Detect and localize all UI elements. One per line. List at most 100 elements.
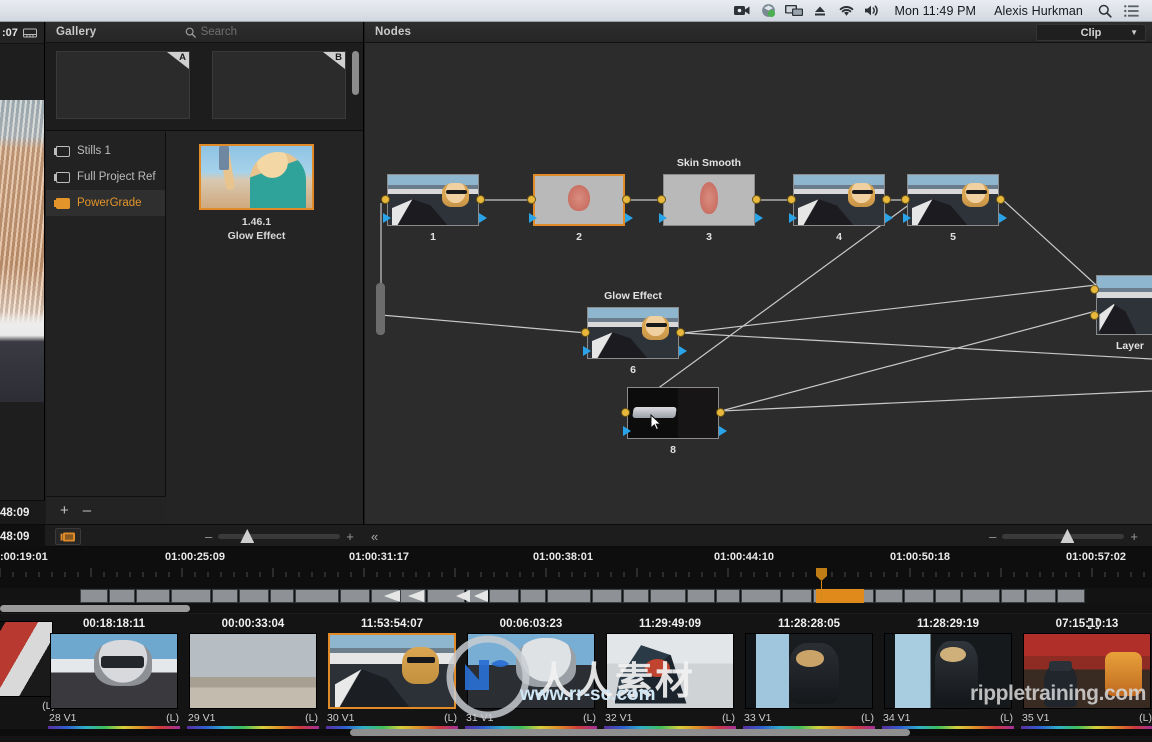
node-thumbnail[interactable] [627, 387, 719, 439]
clip-thumbnail[interactable] [189, 633, 317, 709]
timeline-clip-block[interactable] [875, 589, 903, 603]
remove-album-button[interactable]: – [83, 503, 91, 518]
node-thumbnail[interactable] [1096, 275, 1152, 335]
node-key-output-icon[interactable] [679, 346, 687, 356]
gallery-zoom-control[interactable]: – + [205, 525, 354, 548]
timeline-clip-block[interactable] [623, 589, 649, 603]
menubar-clock[interactable]: Mon 11:49 PM [885, 4, 985, 18]
still-slot-a[interactable]: A [56, 51, 190, 119]
node-thumbnail[interactable] [793, 174, 885, 226]
node-2[interactable]: 2 [527, 174, 633, 243]
node-key-input-icon[interactable] [529, 213, 537, 223]
node-key-input-icon[interactable] [583, 346, 591, 356]
node-key-input-icon[interactable] [623, 426, 631, 436]
list-item[interactable]: 00:00:33:04 29 V1 (L) [185, 614, 321, 742]
zoom-out-button[interactable]: – [989, 530, 996, 543]
node-output-connector[interactable] [752, 195, 761, 204]
timeline-clip-block[interactable] [171, 589, 211, 603]
timeline-clip-block[interactable] [962, 589, 1000, 603]
gallery-toggle-button[interactable] [55, 528, 81, 545]
timeline-scrollbar-thumb[interactable] [0, 605, 190, 612]
timeline-clip-block[interactable] [340, 589, 370, 603]
menubar-username[interactable]: Alexis Hurkman [985, 4, 1092, 18]
node-input-connector[interactable] [901, 195, 910, 204]
list-item[interactable]: 11:28:28:05 33 V1 (L) [741, 614, 877, 742]
node-input-connector[interactable] [657, 195, 666, 204]
node-thumbnail[interactable] [533, 174, 625, 226]
strip-scrollbar[interactable] [0, 729, 1152, 736]
timeline-ruler[interactable]: :00:19:01 01:00:25:09 01:00:31:17 01:00:… [0, 547, 1152, 588]
node-3[interactable]: Skin Smooth 3 [657, 157, 763, 243]
timeline-clip-block[interactable] [1001, 589, 1025, 603]
add-album-button[interactable]: + [60, 503, 69, 518]
node-thumbnail[interactable] [907, 174, 999, 226]
node-6[interactable]: Glow Effect 6 [581, 290, 687, 376]
panel-collapse-button[interactable]: « [371, 529, 378, 544]
zoom-in-button[interactable]: + [1130, 530, 1138, 543]
timeline-clip-block[interactable] [1026, 589, 1056, 603]
zoom-slider-knob[interactable] [240, 529, 255, 543]
timeline-clip-block[interactable] [547, 589, 591, 603]
filmstrip-icon[interactable] [22, 28, 37, 38]
eject-icon[interactable] [807, 0, 833, 22]
node-output-connector[interactable] [716, 408, 725, 417]
node-layer-input-2[interactable] [1090, 311, 1099, 320]
gallery-search[interactable]: Search [185, 26, 237, 38]
timeline-clip-block[interactable] [782, 589, 812, 603]
clip-thumbnail[interactable] [745, 633, 873, 709]
node-output-connector[interactable] [996, 195, 1005, 204]
node-key-output-icon[interactable] [999, 213, 1007, 223]
list-item[interactable]: 11:29:49:09 32 V1 (L) [602, 614, 738, 742]
spotlight-search-icon[interactable] [1092, 0, 1118, 22]
node-key-output-icon[interactable] [885, 213, 893, 223]
zoom-in-button[interactable]: + [346, 530, 354, 543]
node-thumbnail[interactable] [587, 307, 679, 359]
timeline-clip-block[interactable] [687, 589, 715, 603]
clip-thumbnail[interactable] [328, 633, 456, 709]
timeline-clip-block[interactable] [716, 589, 740, 603]
node-thumbnail[interactable] [663, 174, 755, 226]
timeline-playhead[interactable] [816, 568, 827, 602]
list-item[interactable]: 07:15:10:13 35 V1 (L) [1019, 614, 1152, 742]
dropbox-icon[interactable] [755, 0, 781, 22]
node-graph-scrollbar[interactable] [376, 283, 385, 335]
node-key-input-icon[interactable] [789, 213, 797, 223]
node-5[interactable]: 5 [901, 174, 1007, 243]
timeline-clip-block[interactable] [904, 589, 934, 603]
screen-record-icon[interactable] [729, 0, 755, 22]
node-output-connector[interactable] [622, 195, 631, 204]
node-thumbnail[interactable] [387, 174, 479, 226]
clip-thumbnail-strip[interactable]: (L) 00:18:18:11 28 V1 (L) 00:00:33:04 29… [0, 614, 1152, 742]
clip-selector-dropdown[interactable]: Clip ▼ [1036, 24, 1146, 41]
timeline-clip-block[interactable] [1057, 589, 1085, 603]
node-key-input-icon[interactable] [383, 213, 391, 223]
timeline-clip-block[interactable] [592, 589, 622, 603]
node-key-input-icon[interactable] [903, 213, 911, 223]
timeline-clip-block[interactable] [270, 589, 294, 603]
album-item-powergrade[interactable]: PowerGrade [46, 190, 165, 216]
node-output-connector[interactable] [476, 195, 485, 204]
album-item-full-project-ref[interactable]: Full Project Ref [46, 164, 165, 190]
node-output-connector[interactable] [882, 195, 891, 204]
node-output-connector[interactable] [676, 328, 685, 337]
timeline-clip-block[interactable] [136, 589, 170, 603]
still-slot-b[interactable]: B [212, 51, 346, 119]
gallery-still-item[interactable]: 1.46.1 Glow Effect [199, 144, 314, 243]
node-key-output-icon[interactable] [625, 213, 633, 223]
node-layer[interactable]: Layer [1090, 275, 1152, 352]
node-1[interactable]: 1 [381, 174, 487, 243]
node-key-output-icon[interactable] [719, 426, 727, 436]
timeline-zoom-control[interactable]: – + [989, 525, 1138, 548]
list-item[interactable]: 11:28:29:19 34 V1 (L) [880, 614, 1016, 742]
zoom-slider-track[interactable] [1002, 529, 1125, 543]
node-key-input-icon[interactable] [659, 213, 667, 223]
timeline-clip-block[interactable] [295, 589, 339, 603]
list-item[interactable]: 11:53:54:07 30 V1 (L) [324, 614, 460, 742]
timeline-clip-block[interactable] [109, 589, 135, 603]
clip-thumbnail[interactable] [50, 633, 178, 709]
strip-scrollbar-thumb[interactable] [350, 729, 910, 736]
zoom-slider-knob[interactable] [1060, 529, 1075, 543]
mini-timeline[interactable] [0, 568, 1152, 604]
display-mirror-icon[interactable] [781, 0, 807, 22]
node-4[interactable]: 4 [787, 174, 893, 243]
